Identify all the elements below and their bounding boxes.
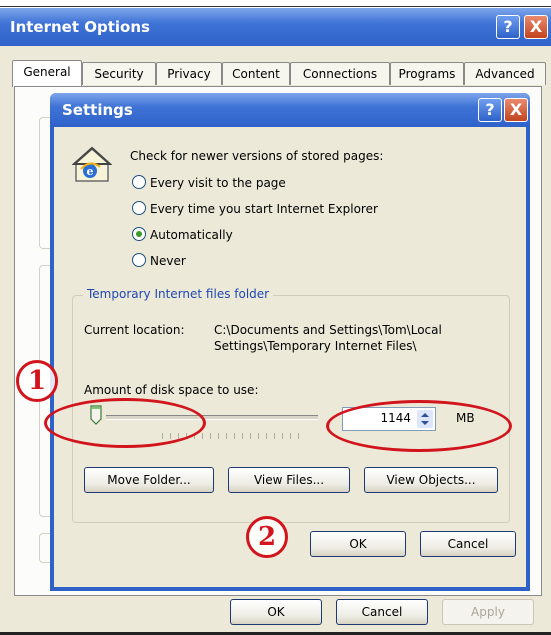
radio-circle[interactable] (132, 175, 146, 189)
group-title: Temporary Internet files folder (83, 287, 274, 301)
tab-content[interactable]: Content (222, 62, 290, 85)
radio-label: Never (150, 254, 186, 268)
current-location-path-line1: C:\Documents and Settings\Tom\Local (214, 323, 442, 337)
close-icon[interactable]: X (524, 15, 548, 39)
tab-security[interactable]: Security (82, 62, 156, 85)
settings-titlebar: Settings ? X (50, 93, 530, 127)
radio-automatically[interactable]: Automatically (132, 227, 233, 243)
current-location-label: Current location: (84, 323, 185, 337)
help-icon[interactable]: ? (496, 15, 520, 39)
settings-body: e Check for newer versions of stored pag… (54, 127, 526, 587)
tab-privacy[interactable]: Privacy (156, 62, 222, 85)
radio-circle-selected[interactable] (132, 227, 146, 241)
apply-button: Apply (442, 599, 534, 625)
settings-title: Settings (62, 101, 133, 119)
radio-selected-dot (136, 231, 142, 237)
radio-circle[interactable] (132, 201, 146, 215)
radio-never[interactable]: Never (132, 253, 186, 269)
ie-page-icon: e (72, 146, 112, 182)
settings-ok-button[interactable]: OK (310, 531, 406, 557)
tab-connections[interactable]: Connections (290, 62, 390, 85)
internet-options-titlebar: Internet Options ? X (0, 8, 551, 46)
close-icon[interactable]: X (504, 98, 528, 122)
radio-every-visit[interactable]: Every visit to the page (132, 175, 286, 191)
radio-circle[interactable] (132, 253, 146, 267)
disk-space-label: Amount of disk space to use: (84, 383, 259, 397)
view-files-button[interactable]: View Files... (228, 467, 350, 493)
current-location-path-line2: Settings\Temporary Internet Files\ (214, 339, 417, 353)
help-icon[interactable]: ? (478, 98, 502, 122)
ok-button[interactable]: OK (230, 599, 322, 625)
settings-cancel-button[interactable]: Cancel (420, 531, 516, 557)
cancel-button[interactable]: Cancel (336, 599, 428, 625)
annotation-marker-1: 1 (16, 360, 58, 402)
annotation-ellipse-slider (44, 398, 206, 448)
tab-general[interactable]: General (12, 60, 82, 87)
radio-label: Every visit to the page (150, 176, 286, 190)
radio-every-start[interactable]: Every time you start Internet Explorer (132, 201, 378, 217)
settings-dialog: Settings ? X e Check for newer versions … (50, 93, 530, 591)
svg-text:e: e (87, 165, 94, 178)
radio-label: Automatically (150, 228, 233, 242)
tab-programs[interactable]: Programs (390, 62, 464, 85)
tab-advanced[interactable]: Advanced (464, 62, 546, 85)
view-objects-button[interactable]: View Objects... (364, 467, 498, 493)
check-newer-prompt: Check for newer versions of stored pages… (130, 149, 384, 163)
window-title: Internet Options (10, 18, 150, 36)
move-folder-button[interactable]: Move Folder... (84, 467, 214, 493)
annotation-ellipse-disk-value (326, 400, 512, 452)
radio-label: Every time you start Internet Explorer (150, 202, 378, 216)
top-border (0, 0, 551, 7)
annotation-marker-2: 2 (246, 516, 288, 558)
